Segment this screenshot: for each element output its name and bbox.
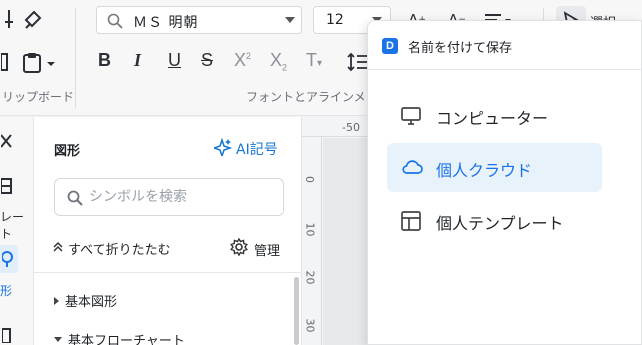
template-layout-icon	[401, 211, 421, 235]
ruler-number: 30	[303, 318, 317, 333]
gear-icon	[230, 237, 248, 260]
ai-symbol-button[interactable]: AI記号	[211, 137, 278, 160]
symbol-search-input[interactable]	[89, 187, 275, 207]
toolbar-divider	[75, 8, 76, 108]
save-to-computer-option[interactable]: コンピューター	[387, 91, 602, 140]
italic-button[interactable]: I	[134, 50, 141, 71]
tree-item-label: 基本フローチャート	[68, 334, 185, 345]
collapse-all-button[interactable]: すべて折りたたむ	[52, 239, 171, 258]
chevron-down-icon	[285, 17, 295, 23]
search-icon	[107, 13, 123, 33]
text-style-button[interactable]: T▾	[306, 50, 322, 71]
tree-item-label: 基本図形	[65, 295, 118, 310]
save-as-title: 名前を付けて保存	[408, 41, 513, 56]
shapes-icon[interactable]	[0, 245, 18, 273]
drawing-canvas[interactable]	[323, 138, 373, 345]
ruler-number: 20	[303, 270, 317, 285]
monitor-icon	[401, 106, 421, 130]
rail-label-shapes: 形	[0, 284, 13, 298]
search-icon	[67, 190, 83, 210]
save-to-personal-cloud-option[interactable]: 個人クラウド	[387, 143, 602, 192]
save-as-header: D 名前を付けて保存	[368, 21, 642, 70]
symbol-search-box[interactable]	[54, 178, 284, 216]
manage-button[interactable]: 管理	[230, 237, 281, 260]
format-painter-icon[interactable]	[20, 6, 46, 32]
template-icon[interactable]	[0, 177, 14, 195]
font-size-value: 12	[326, 12, 344, 28]
horizontal-ruler: -50	[302, 117, 372, 137]
ruler-number: 10	[303, 222, 317, 237]
sparkle-icon	[211, 137, 233, 160]
bold-button[interactable]: B	[98, 50, 111, 71]
manage-label: 管理	[254, 243, 281, 259]
option-label: 個人クラウド	[436, 161, 533, 180]
rail-label-template: レート	[0, 210, 25, 241]
vertical-ruler: 0 10 20 30	[302, 137, 322, 345]
panel-scrollbar[interactable]	[294, 277, 299, 345]
strikethrough-button[interactable]: S	[201, 50, 213, 71]
panel-divider	[34, 272, 302, 273]
clipboard-group-label: リップボード	[2, 90, 75, 104]
option-label: 個人テンプレート	[436, 214, 564, 233]
tree-item-basic-shapes[interactable]: 基本図形	[54, 291, 117, 310]
collapse-all-label: すべて折りたたむ	[68, 243, 171, 258]
subscript-button[interactable]: X2	[270, 50, 287, 73]
shapes-panel: 図形 AI記号 すべて折りたたむ 管理 基本図形 基本フローチャート	[34, 117, 302, 345]
tree-item-basic-flowchart[interactable]: 基本フローチャート	[54, 330, 185, 345]
collapse-icon	[52, 241, 64, 257]
underline-button[interactable]: U	[168, 50, 181, 71]
ruler-number: -50	[342, 121, 360, 134]
app-logo: D	[382, 38, 398, 54]
cut-icon[interactable]	[0, 6, 18, 32]
left-rail: レート 形	[0, 117, 34, 345]
caret-right-icon	[54, 296, 59, 305]
option-label: コンピューター	[436, 109, 549, 128]
save-to-personal-template-option[interactable]: 個人テンプレート	[387, 196, 602, 245]
superscript-button[interactable]: X2	[234, 50, 251, 71]
font-family-select[interactable]: ＭＳ 明朝	[96, 6, 302, 34]
cloud-icon	[401, 158, 423, 180]
ruler-number: 0	[303, 176, 316, 183]
save-as-menu: D 名前を付けて保存 コンピューター 個人クラウド 個人テンプレート	[367, 20, 642, 345]
panel-title: 図形	[54, 144, 81, 159]
font-family-value: ＭＳ 明朝	[133, 15, 199, 31]
copy-icon[interactable]	[0, 50, 10, 74]
paste-icon[interactable]	[20, 50, 58, 76]
caret-down-icon	[54, 337, 62, 342]
layout-icon[interactable]	[0, 325, 14, 345]
ai-symbol-label: AI記号	[236, 142, 278, 158]
close-icon[interactable]	[0, 131, 14, 151]
line-spacing-icon[interactable]	[346, 50, 368, 74]
